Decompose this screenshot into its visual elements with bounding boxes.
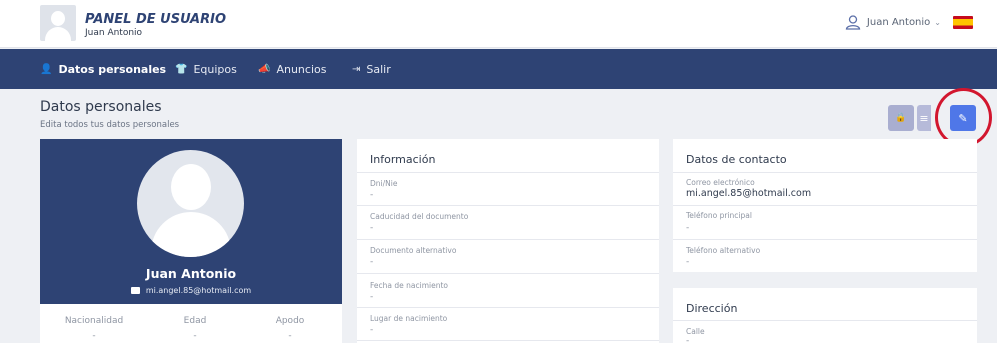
field-label-correo: Correo electrónico [686, 178, 755, 187]
megaphone-icon: 📣 [258, 63, 271, 75]
nav-item-datos-personales[interactable]: 👤 Datos personales [40, 49, 166, 89]
stat-label-apodo: Apodo [275, 316, 305, 326]
nav-item-label: Datos personales [58, 62, 167, 76]
nav-item-equipos[interactable]: 👕 Equipos [175, 49, 237, 89]
field-label-lugar-nacimiento: Lugar de nacimiento [370, 314, 448, 323]
chevron-down-icon: ⌄ [934, 17, 941, 27]
field-value-calle: - [686, 336, 690, 343]
stat-value-apodo: - [288, 331, 292, 341]
list-icon: ≡ [919, 111, 929, 125]
header-username: Juan Antonio [85, 28, 143, 38]
direccion-card: Dirección Calle - [673, 288, 977, 343]
field-label-telefono-principal: Teléfono principal [686, 211, 752, 220]
field-label-fecha-nacimiento: Fecha de nacimiento [370, 281, 448, 290]
nav-item-anuncios[interactable]: 📣 Anuncios [258, 49, 326, 89]
field-value-documento-alternativo: - [370, 257, 374, 267]
shirt-icon: 👕 [175, 63, 188, 75]
user-outline-icon [845, 15, 861, 30]
stat-label-nacionalidad: Nacionalidad [64, 316, 124, 326]
profile-name: Juan Antonio [145, 266, 237, 281]
page-title: Datos personales [40, 99, 162, 115]
sign-out-icon: ⇥ [352, 63, 361, 75]
contacto-card: Datos de contacto Correo electrónico mi.… [673, 139, 977, 272]
field-value-correo: mi.angel.85@hotmail.com [686, 188, 812, 199]
field-label-telefono-alternativo: Teléfono alternativo [686, 246, 761, 255]
nav-item-label: Equipos [193, 62, 237, 76]
field-label-caducidad: Caducidad del documento [370, 212, 469, 221]
nav-item-label: Anuncios [276, 62, 327, 76]
header-avatar [40, 5, 76, 41]
nav-item-salir[interactable]: ⇥ Salir [352, 49, 391, 89]
field-label-documento-alternativo: Documento alternativo [370, 246, 457, 255]
profile-header: Juan Antonio mi.angel.85@hotmail.com [40, 139, 342, 304]
field-value-telefono-alternativo: - [686, 257, 690, 267]
top-header: PANEL DE USUARIO Juan Antonio Juan Anton… [0, 0, 997, 48]
mail-icon [130, 287, 140, 294]
main-nav: 👤 Datos personales 👕 Equipos 📣 Anuncios … [0, 49, 997, 89]
informacion-title: Información [370, 153, 436, 166]
nav-item-label: Salir [366, 62, 391, 76]
direccion-title: Dirección [686, 302, 738, 315]
field-value-fecha-nacimiento: - [370, 292, 374, 302]
field-value-telefono-principal: - [686, 223, 690, 233]
stat-value-edad: - [193, 331, 197, 341]
lock-button[interactable]: 🔒 [888, 105, 914, 131]
es-flag-icon[interactable] [953, 15, 973, 29]
profile-card: Juan Antonio mi.angel.85@hotmail.com Nac… [40, 139, 342, 343]
list-button[interactable]: ≡ [917, 105, 931, 131]
contacto-title: Datos de contacto [686, 153, 787, 166]
informacion-card: Información Dni/Nie - Caducidad del docu… [357, 139, 659, 343]
field-value-lugar-nacimiento: - [370, 325, 374, 335]
field-value-caducidad: - [370, 223, 374, 233]
app-title: PANEL DE USUARIO [85, 12, 227, 27]
stat-label-edad: Edad [183, 316, 207, 326]
user-menu[interactable]: Juan Antonio ⌄ [845, 14, 973, 30]
user-menu-name: Juan Antonio [866, 16, 931, 28]
page-subtitle: Edita todos tus datos personales [40, 120, 180, 130]
profile-avatar [137, 150, 244, 257]
field-label-calle: Calle [686, 327, 705, 336]
lock-icon: 🔒 [895, 113, 907, 123]
stat-value-nacionalidad: - [92, 331, 96, 341]
field-value-dni: - [370, 190, 374, 200]
field-label-dni: Dni/Nie [370, 179, 398, 188]
user-icon: 👤 [40, 63, 53, 75]
profile-email-row: mi.angel.85@hotmail.com [40, 286, 342, 295]
profile-email: mi.angel.85@hotmail.com [145, 286, 252, 295]
